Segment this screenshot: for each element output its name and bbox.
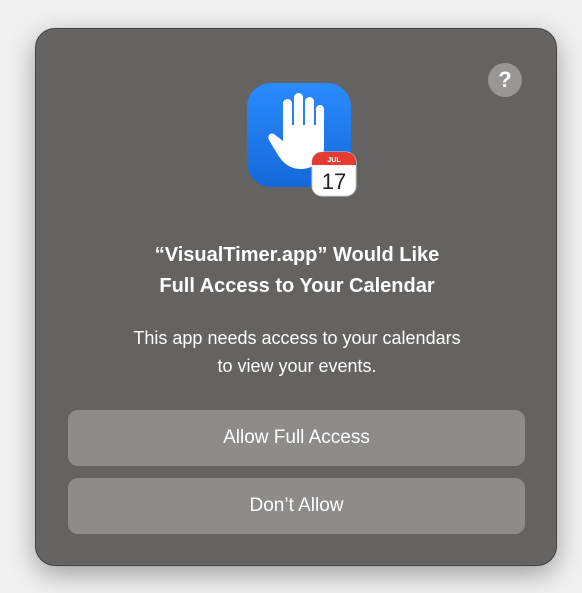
dialog-message-line1: This app needs access to your calendars [133, 328, 461, 348]
calendar-badge-day: 17 [322, 169, 346, 194]
allow-full-access-button[interactable]: Allow Full Access [68, 410, 525, 466]
dialog-message-line2: to view your events. [217, 356, 377, 376]
calendar-badge-month: JUL [327, 157, 341, 164]
dont-allow-button[interactable]: Don’t Allow [68, 478, 525, 534]
calendar-icon: JUL 17 [311, 151, 357, 197]
dialog-title-line2: Full Access to Your Calendar [159, 275, 435, 297]
app-icon: JUL 17 [247, 83, 357, 197]
help-button[interactable]: ? [488, 63, 522, 97]
calendar-permission-dialog: ? JUL 17 “VisualTimer.app” Would Like Fu… [35, 28, 557, 566]
dialog-message: This app needs access to your calendars … [56, 324, 538, 380]
dialog-title: “VisualTimer.app” Would Like Full Access… [56, 240, 538, 302]
dialog-title-line1: “VisualTimer.app” Would Like [154, 244, 440, 266]
